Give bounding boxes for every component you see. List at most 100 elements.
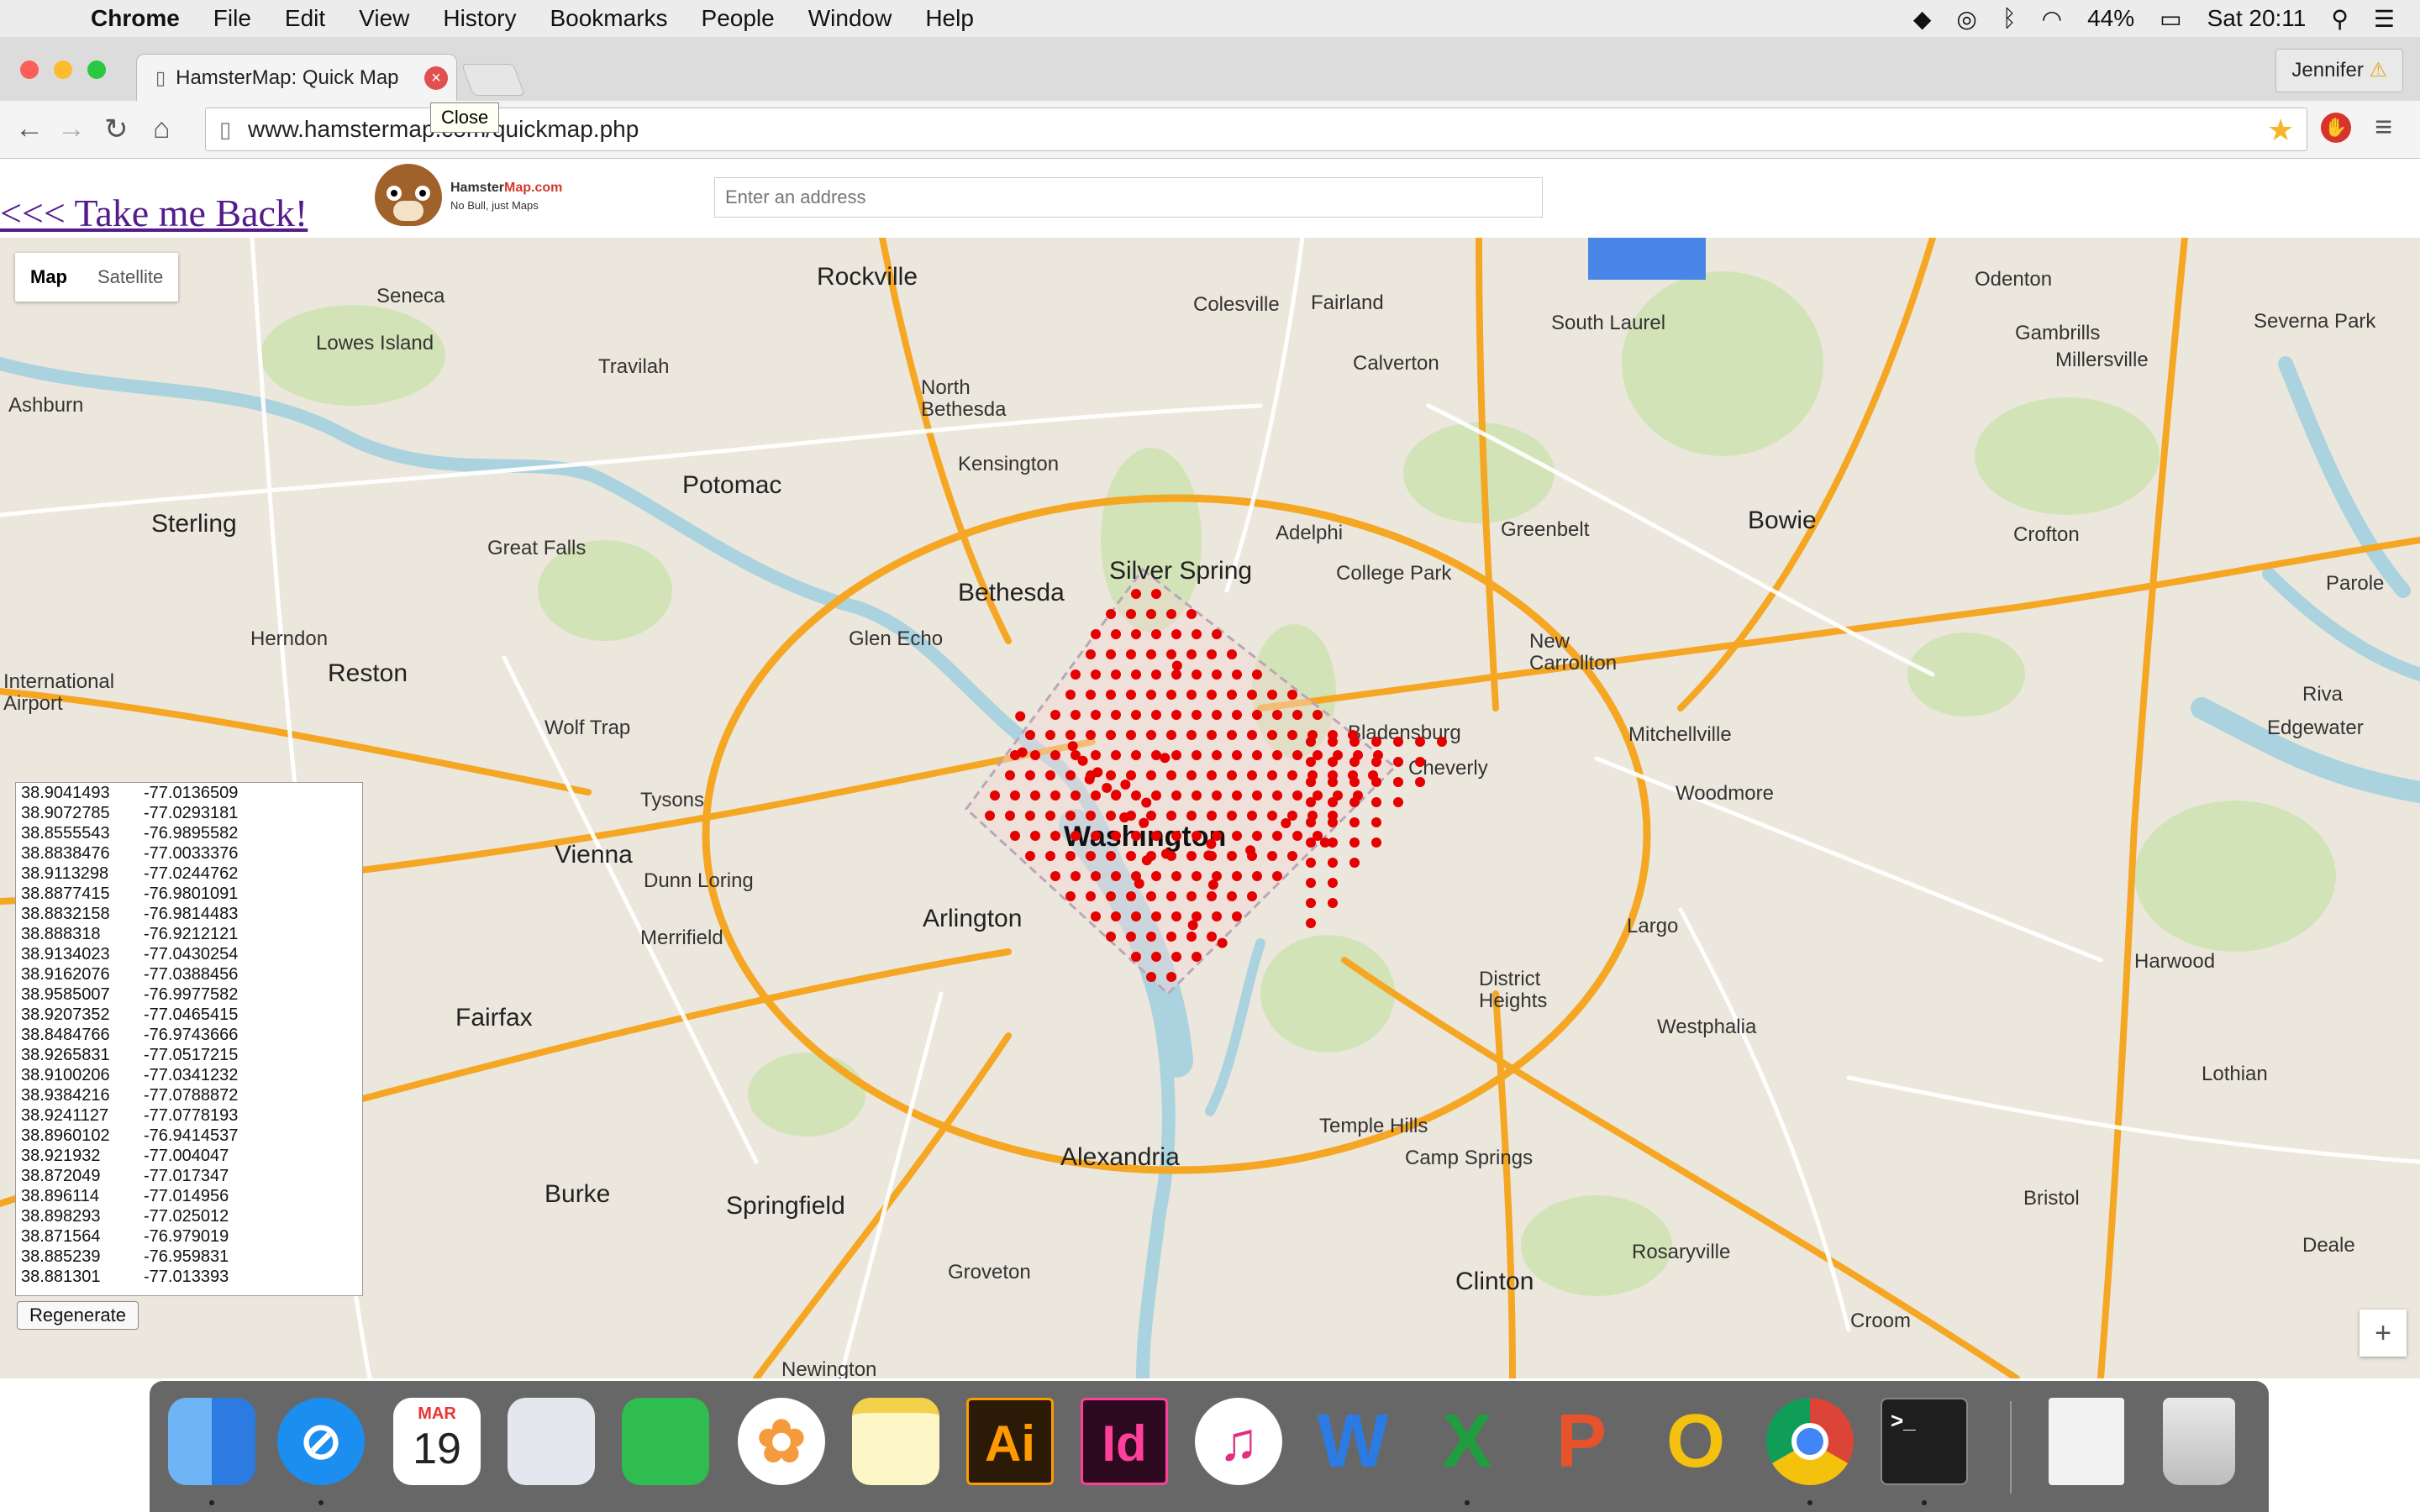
location-marker[interactable] — [1306, 817, 1316, 827]
location-marker[interactable] — [1071, 831, 1081, 841]
location-marker[interactable] — [1091, 669, 1101, 680]
location-marker[interactable] — [1086, 811, 1096, 821]
location-marker[interactable] — [1141, 797, 1152, 808]
location-marker[interactable] — [1192, 710, 1202, 720]
location-marker[interactable] — [1166, 891, 1176, 901]
location-marker[interactable] — [1186, 932, 1197, 942]
location-marker[interactable] — [1111, 911, 1121, 921]
location-marker[interactable] — [1151, 831, 1161, 841]
location-marker[interactable] — [1146, 972, 1156, 982]
location-marker[interactable] — [1306, 837, 1316, 848]
location-marker[interactable] — [1025, 811, 1035, 821]
location-marker[interactable] — [1146, 891, 1156, 901]
location-marker[interactable] — [1227, 811, 1237, 821]
location-marker[interactable] — [1131, 669, 1141, 680]
location-marker[interactable] — [1267, 811, 1277, 821]
location-marker[interactable] — [1287, 770, 1297, 780]
menu-bookmarks[interactable]: Bookmarks — [550, 5, 667, 32]
location-marker[interactable] — [1045, 770, 1055, 780]
facetime-icon[interactable] — [622, 1398, 709, 1485]
location-marker[interactable] — [1192, 790, 1202, 801]
trash-icon[interactable] — [2163, 1398, 2235, 1485]
location-marker[interactable] — [1186, 690, 1197, 700]
location-marker[interactable] — [1086, 730, 1096, 740]
location-marker[interactable] — [1192, 911, 1202, 921]
location-marker[interactable] — [1207, 649, 1217, 659]
location-marker[interactable] — [1111, 710, 1121, 720]
location-marker[interactable] — [1292, 790, 1302, 801]
location-marker[interactable] — [1146, 932, 1156, 942]
location-marker[interactable] — [1045, 851, 1055, 861]
location-marker[interactable] — [1106, 609, 1116, 619]
location-marker[interactable] — [1393, 777, 1403, 787]
hamstermap-logo[interactable]: HamsterMap.com No Bull, just Maps — [375, 160, 576, 228]
location-marker[interactable] — [1010, 831, 1020, 841]
location-marker[interactable] — [1292, 831, 1302, 841]
location-marker[interactable] — [1212, 669, 1222, 680]
location-marker[interactable] — [1186, 811, 1197, 821]
location-marker[interactable] — [1252, 710, 1262, 720]
location-marker[interactable] — [1071, 669, 1081, 680]
location-marker[interactable] — [1415, 737, 1425, 747]
location-marker[interactable] — [1151, 790, 1161, 801]
location-marker[interactable] — [1091, 911, 1101, 921]
location-marker[interactable] — [1267, 690, 1277, 700]
location-marker[interactable] — [1232, 669, 1242, 680]
location-marker[interactable] — [1111, 871, 1121, 881]
location-marker[interactable] — [1106, 811, 1116, 821]
location-marker[interactable] — [1328, 777, 1338, 787]
battery-icon[interactable]: ▭ — [2160, 5, 2181, 33]
location-marker[interactable] — [1319, 837, 1330, 848]
location-marker[interactable] — [1306, 898, 1316, 908]
location-marker[interactable] — [1232, 750, 1242, 760]
location-marker[interactable] — [1077, 755, 1088, 766]
location-marker[interactable] — [1091, 629, 1101, 639]
location-marker[interactable] — [1050, 871, 1060, 881]
location-marker[interactable] — [1131, 589, 1141, 599]
bookmark-star-icon[interactable]: ★ — [2267, 113, 2294, 148]
location-marker[interactable] — [1227, 690, 1237, 700]
location-marker[interactable] — [1025, 851, 1035, 861]
location-marker[interactable] — [1328, 858, 1338, 868]
location-marker[interactable] — [1091, 750, 1101, 760]
adblock-icon[interactable]: ✋ — [2321, 113, 2351, 143]
location-marker[interactable] — [1328, 817, 1338, 827]
location-marker[interactable] — [1371, 737, 1381, 747]
location-marker[interactable] — [1166, 609, 1176, 619]
location-marker[interactable] — [1247, 690, 1257, 700]
location-marker[interactable] — [1171, 952, 1181, 962]
location-marker[interactable] — [1393, 737, 1403, 747]
location-marker[interactable] — [1349, 817, 1360, 827]
location-marker[interactable] — [1252, 669, 1262, 680]
location-marker[interactable] — [1306, 858, 1316, 868]
spotlight-icon[interactable]: ⚲ — [2331, 5, 2349, 33]
location-marker[interactable] — [1287, 851, 1297, 861]
location-marker[interactable] — [1232, 871, 1242, 881]
location-marker[interactable] — [1212, 871, 1222, 881]
location-marker[interactable] — [1065, 811, 1076, 821]
regenerate-button[interactable]: Regenerate — [17, 1301, 139, 1330]
location-marker[interactable] — [1084, 774, 1095, 785]
itunes-icon[interactable]: ♫ — [1195, 1398, 1282, 1485]
location-marker[interactable] — [1217, 937, 1228, 948]
reload-icon[interactable]: ↻ — [104, 113, 129, 146]
location-marker[interactable] — [1106, 770, 1116, 780]
location-marker[interactable] — [1245, 845, 1256, 856]
location-marker[interactable] — [1186, 730, 1197, 740]
creative-cloud-icon[interactable]: ◎ — [1956, 5, 1976, 33]
location-marker[interactable] — [1349, 797, 1360, 807]
location-marker[interactable] — [1171, 629, 1181, 639]
location-marker[interactable] — [1086, 851, 1096, 861]
menu-window[interactable]: Window — [808, 5, 892, 32]
location-marker[interactable] — [1192, 629, 1202, 639]
location-marker[interactable] — [1071, 790, 1081, 801]
location-marker[interactable] — [1247, 891, 1257, 901]
location-marker[interactable] — [1111, 669, 1121, 680]
location-marker[interactable] — [1287, 730, 1297, 740]
location-marker[interactable] — [1306, 757, 1316, 767]
location-marker[interactable] — [1025, 770, 1035, 780]
location-marker[interactable] — [1025, 730, 1035, 740]
location-marker[interactable] — [1030, 750, 1040, 760]
location-marker[interactable] — [1146, 811, 1156, 821]
location-marker[interactable] — [1131, 710, 1141, 720]
